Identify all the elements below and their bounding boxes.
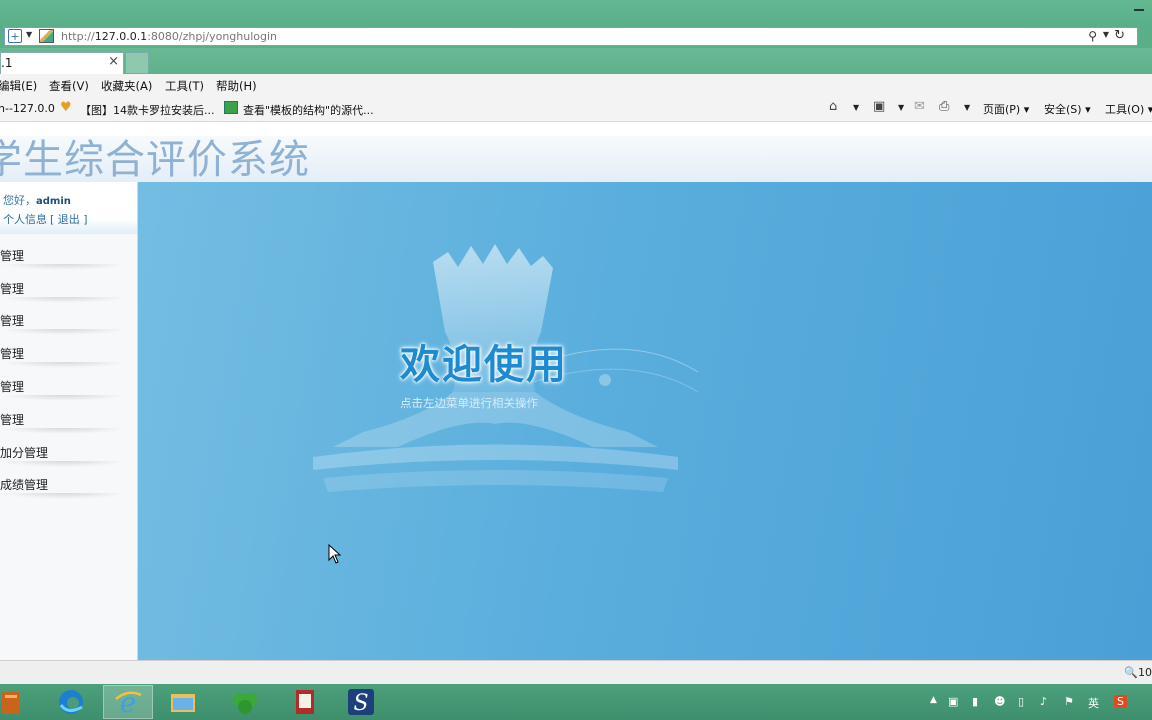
favorite-link-1[interactable]: n--127.0.0 — [0, 102, 55, 115]
notebook-icon — [2, 692, 20, 714]
menu-view[interactable]: 查看(V) — [49, 78, 89, 94]
home-icon[interactable]: ⌂ — [829, 99, 837, 114]
trophy-icon: ♥ — [60, 100, 72, 115]
menu-safety[interactable]: 安全(S) ▾ — [1044, 101, 1091, 117]
browser-title-bar — [0, 0, 1152, 26]
chevron-down-icon[interactable]: ▼ — [1103, 30, 1109, 39]
sidebar-item-6[interactable]: 管理 — [0, 408, 128, 434]
status-bar: 🔍10 — [0, 660, 1152, 684]
page-top-spacer — [0, 122, 1152, 136]
welcome-subtitle: 点击左边菜单进行相关操作 — [400, 396, 538, 410]
feed-icon[interactable]: ▣ — [873, 99, 885, 114]
leaf-icon — [233, 693, 257, 714]
chevron-down-icon[interactable]: ▼ — [853, 103, 859, 112]
site-header: 学生综合评价系统 — [0, 136, 1152, 182]
taskbar: e S ▲ ▣ ▮ ☻ ▯ ♪ ⚑ 英 S — [0, 684, 1152, 720]
address-bar[interactable]: + ▼ http://127.0.0.1:8080/zhpj/yonghulog… — [4, 27, 1138, 46]
favorites-bar: n--127.0.0 ♥ 【图】14款卡罗拉安装后... 查看"模板的结构"的源… — [0, 96, 1152, 122]
tray-sogou-icon[interactable]: S — [1114, 695, 1127, 708]
print-icon[interactable]: ⎙ — [939, 99, 949, 114]
tab-title: .1 — [1, 56, 13, 70]
tray-ime-indicator[interactable]: 英 — [1088, 695, 1099, 711]
taskbar-app-s[interactable]: S — [336, 685, 386, 719]
ie-icon: e — [115, 687, 142, 717]
chevron-down-icon[interactable]: ▼ — [26, 30, 32, 39]
user-info-box: 您好，admin 个人信息 [ 退出 ] — [0, 182, 137, 234]
menu-edit[interactable]: 编辑(E) — [0, 78, 37, 94]
chevron-down-icon[interactable]: ▼ — [964, 103, 970, 112]
favorite-link-2[interactable]: 【图】14款卡罗拉安装后... — [80, 102, 215, 118]
search-icon[interactable]: ⚲ — [1088, 29, 1097, 43]
tray-network-icon[interactable]: ▣ — [948, 695, 958, 708]
refresh-icon[interactable]: ↻ — [1114, 28, 1125, 43]
tab-strip: .1 × — [0, 48, 1152, 74]
sidebar-item-4[interactable]: 管理 — [0, 342, 128, 368]
tray-expand-icon[interactable]: ▲ — [930, 695, 937, 705]
address-bar-row: + ▼ http://127.0.0.1:8080/zhpj/yonghulog… — [0, 26, 1152, 48]
greeting: 您好，admin — [3, 194, 71, 207]
sidebar: 您好，admin 个人信息 [ 退出 ] 管理 管理 管理 管理 管理 管理 加… — [0, 182, 138, 660]
tray-volume-icon[interactable]: ♪ — [1040, 695, 1047, 708]
menu-bar: 编辑(E) 查看(V) 收藏夹(A) 工具(T) 帮助(H) — [0, 74, 1152, 96]
svg-text:S: S — [353, 691, 368, 716]
image-icon — [224, 101, 238, 114]
compat-icon[interactable]: + — [8, 29, 22, 43]
sidebar-item-grades[interactable]: 成绩管理 — [0, 473, 128, 499]
page-icon — [39, 29, 54, 43]
menu-help[interactable]: 帮助(H) — [216, 78, 257, 94]
favorite-link-3[interactable]: 查看"模板的结构"的源代... — [243, 102, 374, 118]
tray-flag-icon[interactable]: ⚑ — [1064, 695, 1074, 708]
browser-swirl-icon — [59, 690, 83, 714]
menu-tools-cmd[interactable]: 工具(O) ▾ — [1105, 101, 1152, 117]
menu-page[interactable]: 页面(P) ▾ — [983, 101, 1029, 117]
zoom-level[interactable]: 🔍10 — [1124, 666, 1152, 679]
taskbar-app-green[interactable] — [220, 685, 270, 719]
welcome-heading: 欢迎使用 — [400, 342, 568, 388]
menu-favorites[interactable]: 收藏夹(A) — [101, 78, 152, 94]
tray-qq-icon[interactable]: ☻ — [994, 695, 1005, 708]
sidebar-item-2[interactable]: 管理 — [0, 277, 128, 303]
sidebar-item-3[interactable]: 管理 — [0, 309, 128, 335]
sidebar-item-1[interactable]: 管理 — [0, 244, 128, 270]
s-logo-icon: S — [348, 689, 374, 716]
chevron-down-icon[interactable]: ▼ — [898, 103, 904, 112]
folder-icon — [171, 694, 195, 712]
mail-icon[interactable]: ✉ — [914, 99, 925, 114]
profile-link[interactable]: 个人信息 — [3, 211, 47, 227]
tab-current[interactable]: .1 × — [0, 52, 124, 74]
minimize-button[interactable] — [1134, 9, 1144, 11]
main-content: 欢迎使用 点击左边菜单进行相关操作 — [138, 182, 1152, 660]
url-text[interactable]: http://127.0.0.1:8080/zhpj/yonghulogin — [61, 30, 277, 43]
username: admin — [36, 196, 71, 207]
taskbar-app-book[interactable] — [280, 685, 330, 719]
close-icon[interactable]: × — [108, 54, 119, 69]
svg-text:e: e — [120, 687, 137, 717]
site-title: 学生综合评价系统 — [0, 137, 310, 182]
sidebar-item-bonus[interactable]: 加分管理 — [0, 441, 128, 467]
new-tab-button[interactable] — [125, 52, 149, 74]
book-icon — [296, 690, 314, 714]
taskbar-app-explorer[interactable] — [158, 685, 208, 719]
taskbar-app-edge[interactable] — [46, 685, 96, 719]
taskbar-app-ie[interactable]: e — [103, 685, 153, 719]
tray-device-icon[interactable]: ▯ — [1018, 695, 1024, 708]
menu-tools[interactable]: 工具(T) — [165, 78, 204, 94]
logout-link[interactable]: [ 退出 ] — [50, 211, 88, 227]
tray-signal-icon[interactable]: ▮ — [972, 695, 978, 708]
mouse-cursor-icon — [328, 544, 342, 564]
taskbar-app-notes[interactable] — [0, 685, 36, 719]
sidebar-item-5[interactable]: 管理 — [0, 375, 128, 401]
